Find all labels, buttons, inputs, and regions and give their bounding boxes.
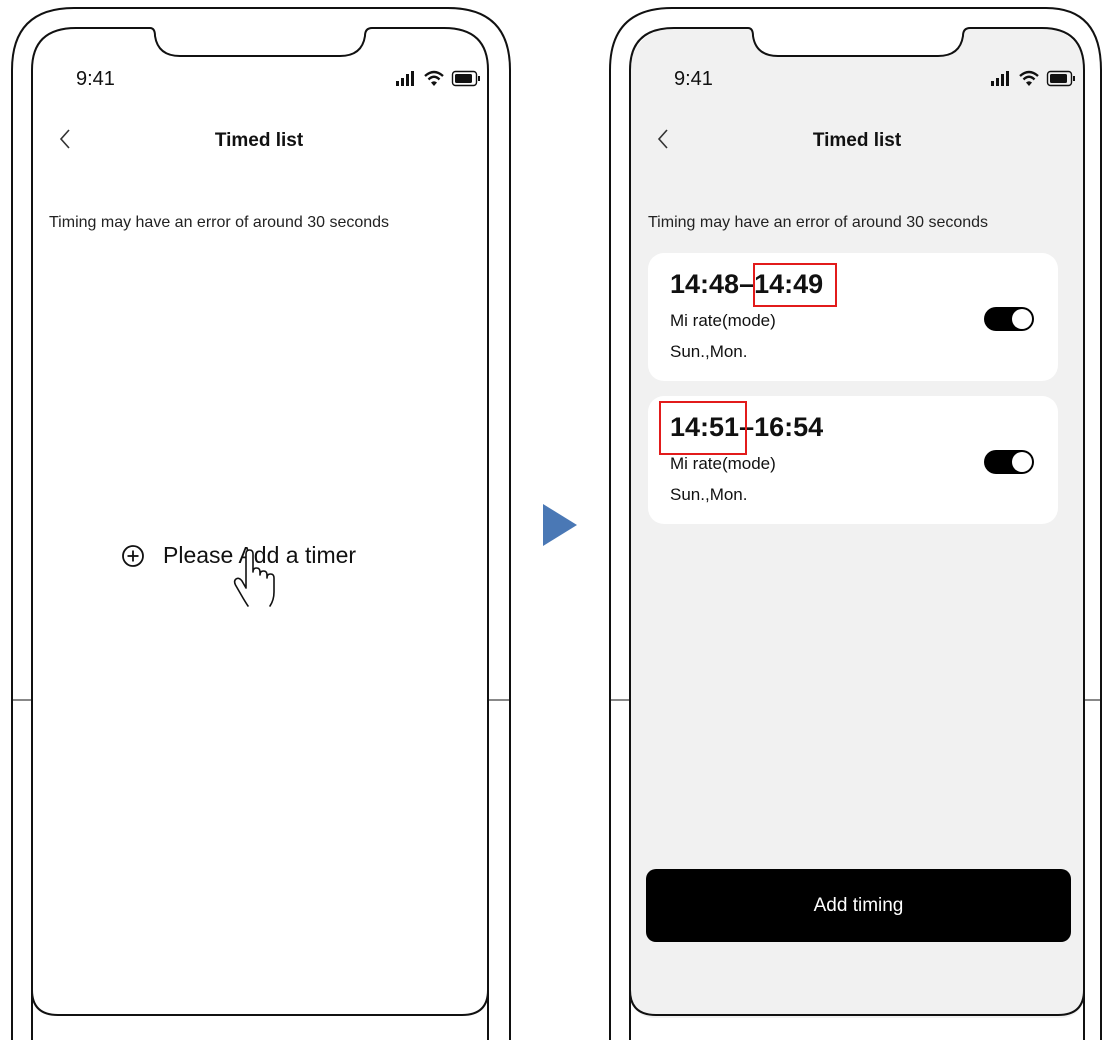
pointer-hand-icon [233, 549, 275, 607]
wifi-icon [424, 70, 444, 86]
phone-left: 9:41 Timed list Timing may have an error… [0, 0, 515, 1040]
right-arrow-icon [543, 504, 577, 546]
add-timing-button[interactable]: Add timing [646, 869, 1071, 942]
signal-icon [396, 71, 414, 86]
back-chevron-icon[interactable] [656, 128, 670, 150]
timer-days: Sun.,Mon. [670, 485, 748, 504]
battery-icon [1046, 70, 1075, 87]
timing-note: Timing may have an error of around 30 se… [49, 214, 390, 231]
timer-card[interactable]: 14:51–16:54 Mi rate(mode) Sun.,Mon. [648, 396, 1058, 524]
back-chevron-icon[interactable] [58, 128, 72, 150]
phone-frame-left [11, 7, 511, 1040]
page-title: Timed list [812, 130, 902, 151]
timing-note: Timing may have an error of around 30 se… [648, 214, 989, 231]
add-circle-icon [122, 544, 144, 567]
timer-toggle[interactable] [984, 307, 1034, 331]
timer-card[interactable]: 14:48–14:49 Mi rate(mode) Sun.,Mon. [648, 253, 1058, 381]
status-time: 9:41 [674, 68, 713, 90]
status-icons [396, 70, 480, 87]
wifi-icon [1019, 70, 1039, 86]
range-separator: – [739, 269, 755, 299]
timer-days: Sun.,Mon. [670, 342, 748, 361]
timer-mode: Mi rate(mode) [670, 311, 776, 330]
status-time: 9:41 [76, 68, 115, 90]
toggle-knob [1012, 309, 1032, 329]
start-time: 14:48 [670, 269, 740, 299]
page-title: Timed list [214, 130, 304, 151]
end-time: 16:54 [754, 412, 824, 442]
timer-mode: Mi rate(mode) [670, 454, 776, 473]
toggle-knob [1012, 452, 1032, 472]
timer-toggle[interactable] [984, 450, 1034, 474]
status-icons [991, 70, 1075, 87]
battery-icon [451, 70, 480, 87]
signal-icon [991, 71, 1009, 86]
highlight-box-end-time [753, 263, 837, 307]
highlight-box-start-time [659, 401, 747, 455]
